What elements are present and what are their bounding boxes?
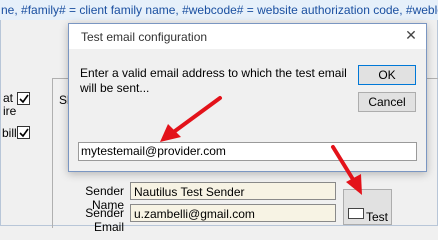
sender-email-field[interactable]: u.zambelli@gmail.com [130, 204, 336, 222]
option-checkbox-1[interactable] [17, 92, 30, 105]
dialog-prompt-line-1: Enter a valid email address to which the… [80, 66, 347, 80]
checkmark-icon [19, 128, 29, 138]
sender-name-field[interactable]: Nautilus Test Sender [130, 182, 336, 200]
option-checkbox-2[interactable] [17, 126, 30, 139]
close-icon[interactable]: ✕ [404, 28, 418, 42]
test-button-label: Test [366, 210, 389, 224]
placeholder-help-strip: ne, #family# = client family name, #webc… [0, 0, 438, 20]
side-label-bill: bill [2, 126, 17, 140]
envelope-icon [348, 208, 364, 219]
test-email-input[interactable]: mytestemail@provider.com [78, 142, 417, 161]
test-button[interactable]: Test [343, 189, 392, 225]
placeholder-help-text: ne, #family# = client family name, #webc… [1, 3, 438, 17]
ok-button[interactable]: OK [358, 65, 416, 85]
side-label-at: at [3, 91, 14, 105]
sender-email-label: Sender Email [85, 206, 124, 234]
cancel-button[interactable]: Cancel [358, 92, 416, 112]
dialog-title: Test email configuration [81, 30, 208, 44]
dialog-prompt-line-2: will be sent... [80, 81, 150, 95]
side-label-ire: ire [3, 104, 17, 118]
checkmark-icon [19, 94, 29, 104]
test-email-dialog: Test email configuration ✕ Enter a valid… [68, 23, 427, 172]
